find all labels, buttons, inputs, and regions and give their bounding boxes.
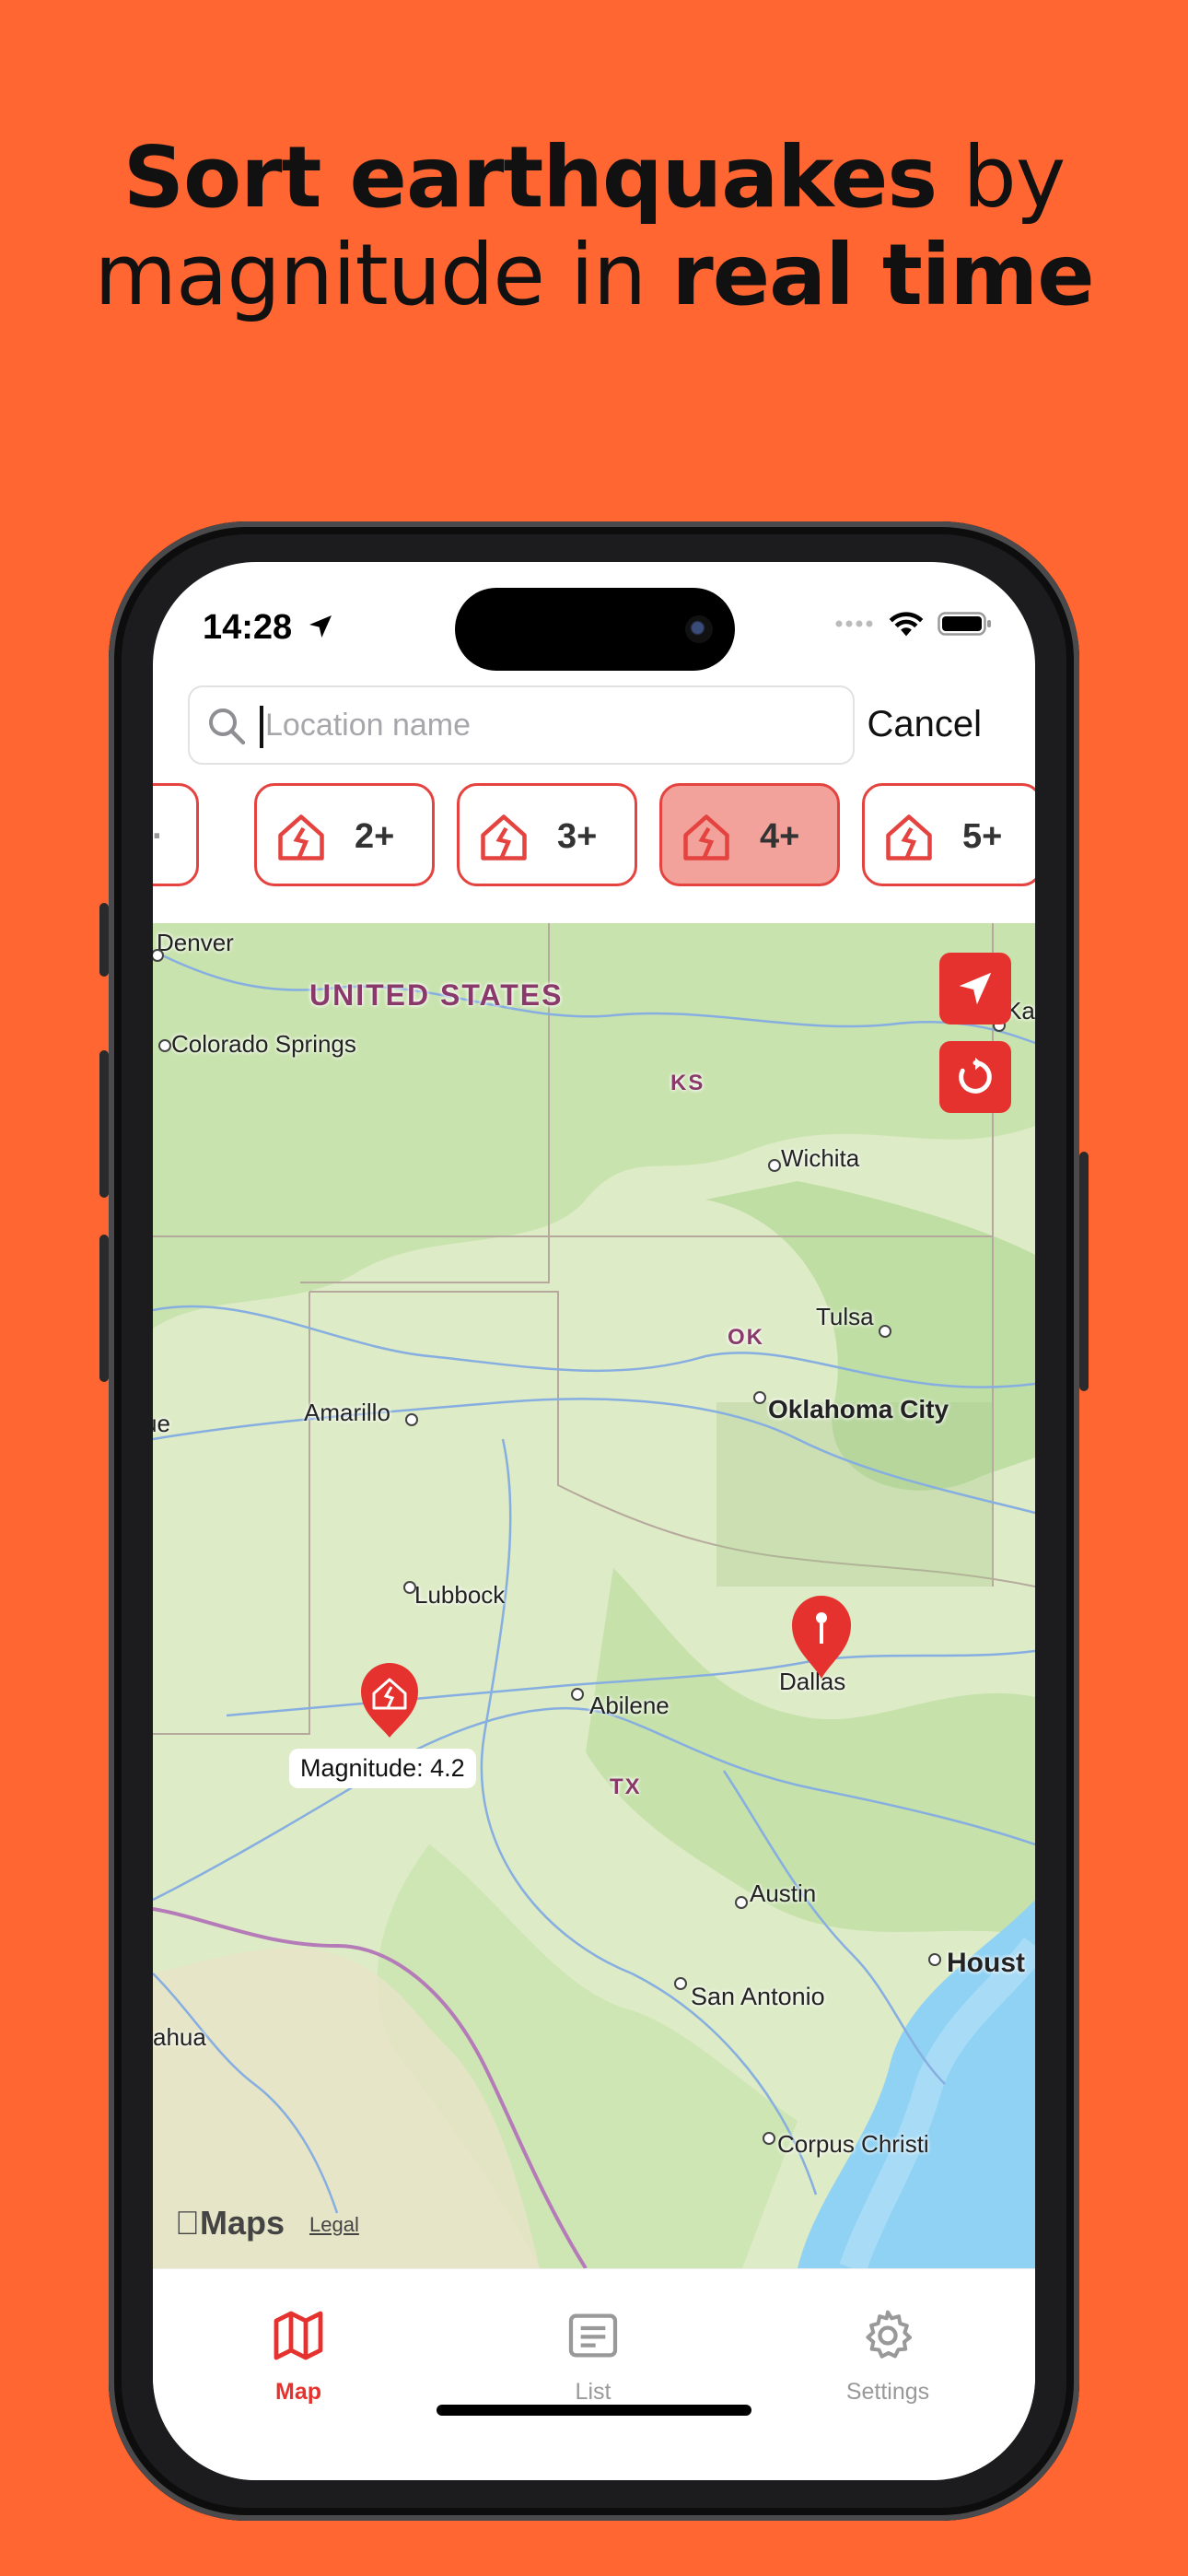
city-label: Abilene bbox=[589, 1692, 670, 1719]
filter-chip-partial-label: · bbox=[153, 817, 164, 856]
map-view[interactable]: Denver Colorado Springs UNITED STATES KS… bbox=[153, 923, 1035, 2268]
city-label: Colorado Springs bbox=[171, 1030, 356, 1058]
magnitude-filter-bar: · 2+ 3+ 4+ 5+ bbox=[153, 783, 1035, 890]
city-dot bbox=[158, 1039, 171, 1052]
city-label: ue bbox=[153, 1410, 170, 1437]
city-label: Corpus Christi bbox=[777, 2130, 929, 2158]
location-pin-icon[interactable] bbox=[785, 1590, 858, 1682]
promo-headline: Sort earthquakes by magnitude in real ti… bbox=[0, 129, 1188, 324]
earthquake-house-icon bbox=[481, 814, 527, 861]
headline-bold-4: real time bbox=[671, 226, 1094, 324]
cancel-button[interactable]: Cancel bbox=[867, 704, 982, 745]
headline-text-2: by bbox=[937, 128, 1066, 227]
city-label: Wichita bbox=[781, 1144, 860, 1172]
search-row: Location name Cancel bbox=[188, 685, 1000, 767]
status-time: 14:28 bbox=[203, 608, 293, 647]
headline-bold-1: Sort earthquakes bbox=[122, 128, 938, 227]
app-screen: 14:28 Location name Cancel · 2+ 3+ 4+ 5+… bbox=[153, 562, 1035, 2480]
search-field[interactable]: Location name bbox=[188, 685, 855, 765]
map-icon bbox=[274, 2311, 323, 2360]
tab-label: Settings bbox=[845, 2379, 930, 2405]
filter-chip-3plus[interactable]: 3+ bbox=[457, 783, 637, 886]
apple-maps-logo: Maps bbox=[175, 2204, 285, 2242]
power-button bbox=[1079, 1152, 1089, 1391]
map-terrain bbox=[153, 923, 1035, 2268]
wifi-icon bbox=[889, 612, 924, 637]
location-arrow-icon bbox=[959, 972, 992, 1005]
apple-logo-icon:  bbox=[175, 2204, 200, 2242]
earthquake-magnitude-label[interactable]: Magnitude: 4.2 bbox=[289, 1749, 476, 1788]
region-label: UNITED STATES bbox=[309, 978, 564, 1012]
filter-chip-label: 4+ bbox=[760, 817, 800, 856]
refresh-icon bbox=[959, 1057, 992, 1094]
filter-chip-4plus[interactable]: 4+ bbox=[659, 783, 840, 886]
city-dot bbox=[674, 1977, 687, 1990]
search-input[interactable]: Location name bbox=[265, 708, 471, 744]
volume-up-button bbox=[99, 1050, 109, 1198]
tab-settings[interactable]: Settings bbox=[796, 2306, 980, 2406]
search-icon bbox=[209, 708, 246, 745]
region-label: TX bbox=[610, 1774, 642, 1799]
city-dot bbox=[403, 1581, 416, 1594]
tab-list[interactable]: List bbox=[501, 2306, 685, 2406]
city-label: Houst bbox=[947, 1948, 1025, 1978]
city-label: Lubbock bbox=[414, 1581, 506, 1609]
city-label: ahua bbox=[153, 2023, 206, 2051]
city-label: Amarillo bbox=[304, 1399, 390, 1426]
earthquake-house-icon bbox=[886, 814, 932, 861]
tab-bar: Map List Settings bbox=[153, 2268, 1035, 2480]
city-label: Tulsa bbox=[816, 1303, 874, 1330]
refresh-button[interactable] bbox=[939, 1041, 1011, 1113]
battery-icon bbox=[938, 612, 991, 636]
signal-icon bbox=[835, 620, 873, 627]
text-caret bbox=[260, 706, 263, 748]
tab-label: Map bbox=[275, 2379, 321, 2405]
mute-switch bbox=[99, 903, 109, 977]
earthquake-house-icon bbox=[278, 814, 324, 861]
tab-label: List bbox=[575, 2379, 611, 2405]
city-dot bbox=[735, 1896, 748, 1909]
list-icon bbox=[568, 2313, 618, 2358]
filter-chip-5plus[interactable]: 5+ bbox=[862, 783, 1035, 886]
status-bar: 14:28 bbox=[153, 599, 1035, 654]
region-label: OK bbox=[728, 1325, 764, 1350]
maps-attribution: Maps bbox=[175, 2204, 285, 2242]
filter-chip-label: 2+ bbox=[355, 817, 395, 856]
filter-chip-label: 3+ bbox=[557, 817, 598, 856]
city-dot bbox=[405, 1413, 418, 1426]
status-indicators bbox=[834, 610, 993, 638]
tab-map[interactable]: Map bbox=[206, 2306, 390, 2406]
earthquake-house-icon bbox=[683, 814, 729, 861]
city-dot bbox=[879, 1325, 891, 1338]
legal-link[interactable]: Legal bbox=[309, 2213, 359, 2237]
city-dot bbox=[753, 1391, 766, 1404]
region-label: KS bbox=[670, 1071, 705, 1095]
city-dot bbox=[571, 1688, 584, 1701]
locate-me-button[interactable] bbox=[939, 953, 1011, 1025]
filter-chip-2plus[interactable]: 2+ bbox=[254, 783, 435, 886]
city-dot bbox=[928, 1953, 941, 1966]
filter-chip-partial[interactable]: · bbox=[153, 783, 199, 886]
headline-text-3: magnitude in bbox=[94, 226, 672, 324]
city-dot bbox=[763, 2132, 775, 2145]
home-indicator[interactable] bbox=[437, 2405, 751, 2416]
earthquake-marker-icon[interactable] bbox=[357, 1660, 422, 1739]
location-arrow-icon bbox=[309, 615, 332, 638]
filter-chip-label: 5+ bbox=[962, 817, 1003, 856]
city-label: Oklahoma City bbox=[768, 1395, 949, 1423]
city-label: San Antonio bbox=[691, 1983, 825, 2010]
gear-icon bbox=[866, 2310, 912, 2359]
city-dot bbox=[768, 1159, 781, 1172]
volume-down-button bbox=[99, 1235, 109, 1382]
city-label: Austin bbox=[750, 1879, 817, 1907]
city-label: Denver bbox=[157, 929, 234, 956]
